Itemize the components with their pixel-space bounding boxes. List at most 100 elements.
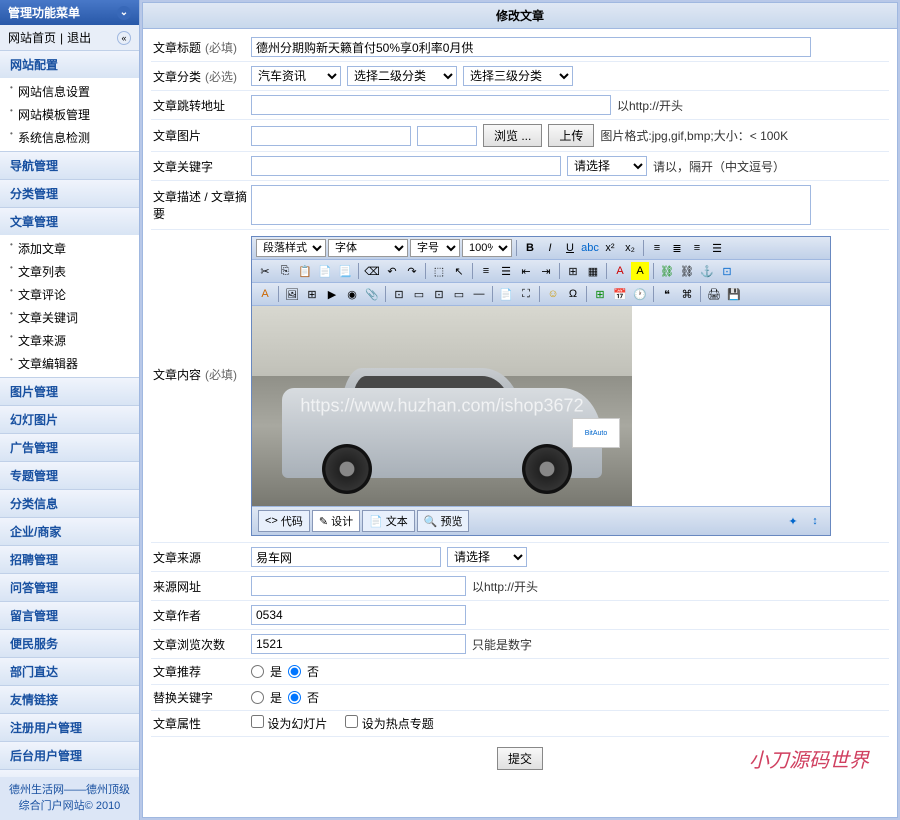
logout-link[interactable]: 退出 <box>67 29 91 46</box>
gallery-icon[interactable]: ⊞ <box>303 285 321 303</box>
table2-icon[interactable]: ▦ <box>584 262 602 280</box>
menu-section-文章管理[interactable]: 文章管理 <box>0 208 139 235</box>
strike-icon[interactable]: abc <box>581 239 599 257</box>
hot-checkbox[interactable] <box>345 715 358 728</box>
redo-icon[interactable]: ↷ <box>403 262 421 280</box>
backcolor-icon[interactable]: A <box>631 262 649 280</box>
paste-word-icon[interactable]: 📄 <box>316 262 334 280</box>
browse-button[interactable]: 浏览 ... <box>483 124 542 147</box>
sub-icon[interactable]: x₂ <box>621 239 639 257</box>
menu-section-网站配置[interactable]: 网站配置 <box>0 51 139 78</box>
file-icon[interactable]: 📎 <box>363 285 381 303</box>
map-icon[interactable]: ⊡ <box>718 262 736 280</box>
menu-item[interactable]: 系统信息检测 <box>0 126 139 149</box>
image-input[interactable] <box>251 126 411 146</box>
emoticon-icon[interactable]: ☺ <box>544 285 562 303</box>
align-left-icon[interactable]: ≡ <box>648 239 666 257</box>
link-icon[interactable]: ⛓ <box>658 262 676 280</box>
file-path-input[interactable] <box>417 126 477 146</box>
menu-item[interactable]: 添加文章 <box>0 237 139 260</box>
unlink-icon[interactable]: ⛓ <box>678 262 696 280</box>
menu-item[interactable]: 文章编辑器 <box>0 352 139 375</box>
home-link[interactable]: 网站首页 <box>8 29 56 46</box>
quote-icon[interactable]: ❝ <box>658 285 676 303</box>
indent-icon[interactable]: ⇥ <box>537 262 555 280</box>
bold-icon[interactable]: B <box>521 239 539 257</box>
upload-button[interactable]: 上传 <box>548 124 594 147</box>
replacekw-yes[interactable] <box>251 691 264 704</box>
recommend-no[interactable] <box>288 665 301 678</box>
insert4-icon[interactable]: ▭ <box>450 285 468 303</box>
hr-icon[interactable]: — <box>470 285 488 303</box>
paste-text-icon[interactable]: 📃 <box>336 262 354 280</box>
copy-icon[interactable]: ⎘ <box>276 262 294 280</box>
ul-icon[interactable]: ☰ <box>497 262 515 280</box>
paste-icon[interactable]: 📋 <box>296 262 314 280</box>
menu-section-后台用户管理[interactable]: 后台用户管理 <box>0 742 139 769</box>
zoom-select[interactable]: 100% <box>462 239 512 257</box>
excel-icon[interactable]: ⊞ <box>591 285 609 303</box>
menu-section-广告管理[interactable]: 广告管理 <box>0 434 139 461</box>
cut-icon[interactable]: ✂ <box>256 262 274 280</box>
insert2-icon[interactable]: ▭ <box>410 285 428 303</box>
undo-icon[interactable]: ↶ <box>383 262 401 280</box>
ol-icon[interactable]: ≡ <box>477 262 495 280</box>
sourceurl-input[interactable] <box>251 576 466 596</box>
align-right-icon[interactable]: ≡ <box>688 239 706 257</box>
outdent-icon[interactable]: ⇤ <box>517 262 535 280</box>
menu-section-友情链接[interactable]: 友情链接 <box>0 686 139 713</box>
submit-button[interactable]: 提交 <box>497 747 543 770</box>
code-icon[interactable]: ⌘ <box>678 285 696 303</box>
image-icon[interactable]: 🖼 <box>283 285 301 303</box>
align-justify-icon[interactable]: ☰ <box>708 239 726 257</box>
menu-section-招聘管理[interactable]: 招聘管理 <box>0 546 139 573</box>
fullscreen-icon[interactable]: ⛶ <box>517 285 535 303</box>
menu-item[interactable]: 文章关键词 <box>0 306 139 329</box>
menu-section-分类信息[interactable]: 分类信息 <box>0 490 139 517</box>
menu-section-静态生成管理[interactable]: 静态生成管理 <box>0 770 139 777</box>
print-icon[interactable]: 🖨 <box>705 285 723 303</box>
menu-item[interactable]: 文章评论 <box>0 283 139 306</box>
mode-code[interactable]: <> 代码 <box>258 510 310 532</box>
anchor-icon[interactable]: ⚓ <box>698 262 716 280</box>
editor-content[interactable]: BitAuto https://www.huzhan.com/ishop3672 <box>252 306 830 506</box>
menu-section-幻灯图片[interactable]: 幻灯图片 <box>0 406 139 433</box>
flash-icon[interactable]: ▶ <box>323 285 341 303</box>
menu-section-分类管理[interactable]: 分类管理 <box>0 180 139 207</box>
menu-section-留言管理[interactable]: 留言管理 <box>0 602 139 629</box>
eraser-icon[interactable]: ⌫ <box>363 262 381 280</box>
italic-icon[interactable]: I <box>541 239 559 257</box>
page-icon[interactable]: 📄 <box>497 285 515 303</box>
recommend-yes[interactable] <box>251 665 264 678</box>
slide-checkbox[interactable] <box>251 715 264 728</box>
mode-design[interactable]: ✎ 设计 <box>312 510 360 532</box>
replacekw-no[interactable] <box>288 691 301 704</box>
para-style-select[interactable]: 段落样式 <box>256 239 326 257</box>
fontsize-select[interactable]: 字号 <box>410 239 460 257</box>
font-select[interactable]: 字体 <box>328 239 408 257</box>
align-center-icon[interactable]: ≣ <box>668 239 686 257</box>
time-icon[interactable]: 🕐 <box>631 285 649 303</box>
expand-icon[interactable]: ✦ <box>784 512 802 530</box>
media-icon[interactable]: ◉ <box>343 285 361 303</box>
select-icon[interactable]: ⬚ <box>430 262 448 280</box>
views-input[interactable] <box>251 634 466 654</box>
date-icon[interactable]: 📅 <box>611 285 629 303</box>
menu-item[interactable]: 文章列表 <box>0 260 139 283</box>
sup-icon[interactable]: x² <box>601 239 619 257</box>
keywords-select[interactable]: 请选择 <box>567 156 647 176</box>
menu-item[interactable]: 文章来源 <box>0 329 139 352</box>
expand-icon[interactable]: ⌄ <box>117 6 131 20</box>
insert1-icon[interactable]: ⊡ <box>390 285 408 303</box>
keywords-input[interactable] <box>251 156 561 176</box>
cat2-select[interactable]: 选择二级分类 <box>347 66 457 86</box>
cursor-icon[interactable]: ↖ <box>450 262 468 280</box>
source-select[interactable]: 请选择 <box>447 547 527 567</box>
jumpurl-input[interactable] <box>251 95 611 115</box>
resize-icon[interactable]: ↕ <box>806 512 824 530</box>
menu-section-注册用户管理[interactable]: 注册用户管理 <box>0 714 139 741</box>
mode-preview[interactable]: 🔍 预览 <box>417 510 470 532</box>
menu-item[interactable]: 网站信息设置 <box>0 80 139 103</box>
menu-section-图片管理[interactable]: 图片管理 <box>0 378 139 405</box>
menu-section-部门直达[interactable]: 部门直达 <box>0 658 139 685</box>
